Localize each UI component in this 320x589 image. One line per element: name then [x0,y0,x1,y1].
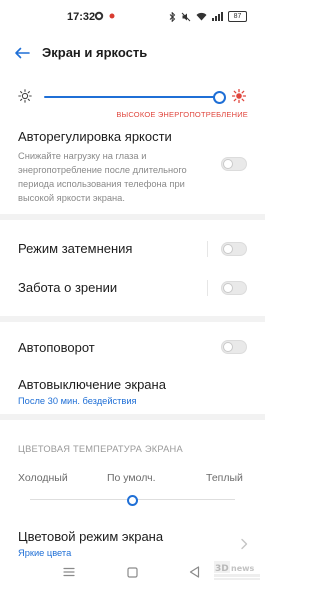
eye-care-title: Забота о зрении [18,280,118,295]
separator-line [207,280,208,296]
screen-timeout-value[interactable]: После 30 мин. бездействия [18,396,137,406]
notification-icon [94,11,104,21]
svg-text:news: news [231,564,255,573]
toggle-knob [223,283,233,293]
auto-brightness-toggle[interactable] [221,157,247,171]
warm-label: Теплый [206,472,243,484]
brightness-high-icon [232,89,246,103]
status-right-icons: 87 [169,11,247,22]
mute-icon [181,12,191,21]
color-mode-title[interactable]: Цветовой режим экрана [18,529,163,544]
chevron-right-icon [241,538,248,550]
svg-text:3D: 3D [215,564,229,574]
notification-dot-icon [109,13,115,19]
brightness-slider-thumb[interactable] [213,91,226,104]
back-button[interactable] [12,43,32,63]
color-temperature-header: ЦВЕТОВАЯ ТЕМПЕРАТУРА ЭКРАНА [18,444,183,454]
section-divider [0,316,265,322]
arrow-left-icon [15,47,30,59]
screen-timeout-title[interactable]: Автовыключение экрана [18,377,166,392]
3dnews-logo: 3D news [214,561,260,580]
auto-brightness-title: Авторегулировка яркости [18,129,172,144]
page-title: Экран и яркость [42,45,148,60]
battery-level: 87 [233,13,242,20]
brightness-low-icon [18,89,32,103]
high-power-warning: ВЫСОКОЕ ЭНЕРГОПОТРЕБЛЕНИЕ [116,110,248,119]
eye-care-toggle[interactable] [221,281,247,295]
dark-mode-toggle[interactable] [221,242,247,256]
auto-rotate-toggle[interactable] [221,340,247,354]
battery-icon: 87 [228,11,247,22]
default-label: По умолч. [107,472,156,484]
status-time: 17:32 [67,11,96,23]
cold-label: Холодный [18,472,68,484]
wifi-icon [196,12,207,21]
color-temperature-slider-thumb[interactable] [127,495,138,506]
section-divider [0,214,265,220]
home-square-icon[interactable] [127,567,138,578]
section-divider [0,414,265,420]
brightness-slider-track[interactable] [44,96,220,98]
auto-rotate-title: Автоповорот [18,340,95,355]
toggle-knob [223,244,233,254]
separator-line [207,241,208,257]
toggle-knob [223,342,233,352]
signal-icon [212,12,223,21]
back-triangle-icon[interactable] [189,566,200,578]
color-mode-value[interactable]: Яркие цвета [18,548,71,558]
auto-brightness-description: Снижайте нагрузку на глаза и энергопотре… [18,151,187,203]
bluetooth-icon [169,11,176,22]
toggle-knob [223,159,233,169]
menu-icon[interactable] [63,567,75,577]
dark-mode-title: Режим затемнения [18,241,133,256]
status-left-icons [94,11,115,21]
